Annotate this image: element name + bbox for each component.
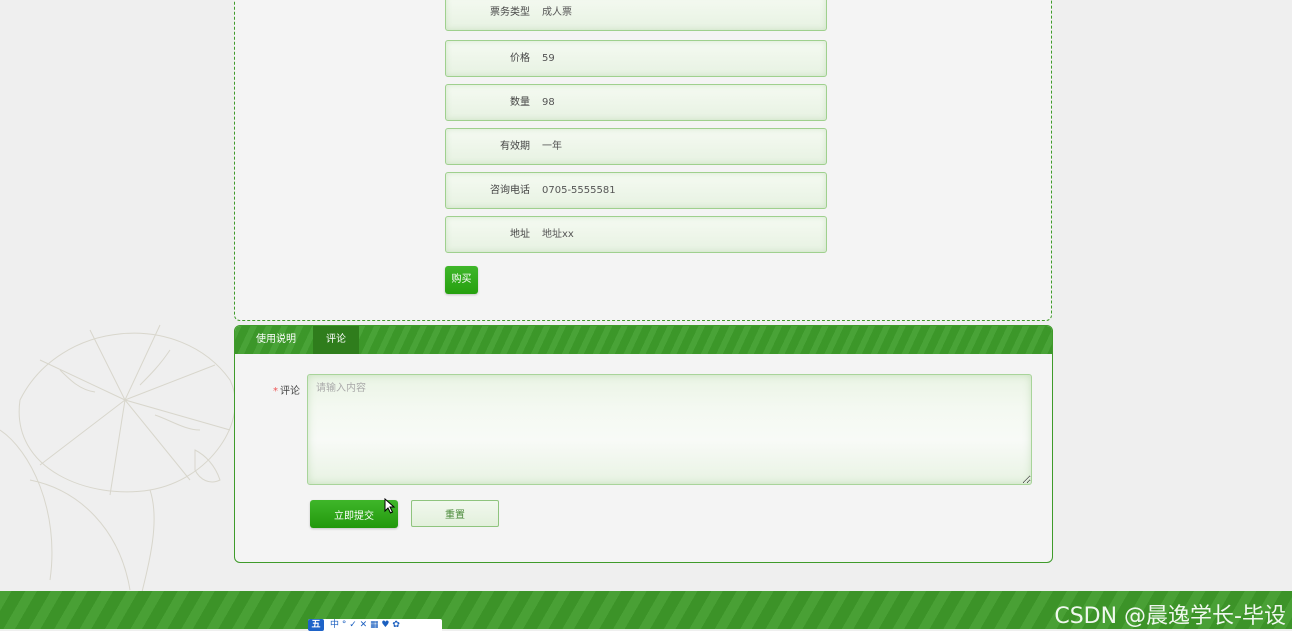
field-price: 价格 59 [445,40,827,77]
tabs-card: 使用说明 评论 *评论 立即提交 重置 [234,325,1053,563]
field-label: 数量 [510,97,530,108]
field-label: 票务类型 [490,7,530,18]
field-value: 59 [542,53,555,64]
mouse-cursor-icon [384,498,396,514]
field-value: 地址xx [542,229,574,240]
tab-comment[interactable]: 评论 [313,326,359,354]
ime-toolbar[interactable]: 五中 ° ✓ ✕ ▦ ♥ ✿ [308,619,442,631]
field-value: 一年 [542,141,562,152]
reset-button[interactable]: 重置 [411,500,499,527]
field-label: 咨询电话 [490,185,530,196]
field-validity: 有效期 一年 [445,128,827,165]
field-address: 地址 地址xx [445,216,827,253]
ticket-detail-card: 票务类型 成人票 价格 59 数量 98 有效期 一年 咨询电话 0705-55… [234,0,1052,321]
field-label: 地址 [510,229,530,240]
csdn-watermark: CSDN @晨逸学长-毕设 [1054,604,1286,629]
field-label: 价格 [510,53,530,64]
comment-label-text: 评论 [280,386,300,397]
lotus-background-decoration [0,324,236,600]
field-phone: 咨询电话 0705-5555581 [445,172,827,209]
field-quantity: 数量 98 [445,84,827,121]
field-ticket-type: 票务类型 成人票 [445,0,827,31]
buy-button[interactable]: 购买 [445,266,478,294]
comment-input[interactable] [307,374,1032,485]
ime-logo-icon: 五 [308,619,324,631]
field-value: 0705-5555581 [542,185,616,196]
field-value: 98 [542,97,555,108]
required-mark: * [273,386,278,397]
tab-usage-instructions[interactable]: 使用说明 [241,326,311,354]
field-value: 成人票 [542,7,572,18]
tab-bar: 使用说明 评论 [235,326,1052,354]
page-footer: 五中 ° ✓ ✕ ▦ ♥ ✿ CSDN @晨逸学长-毕设 [0,591,1292,631]
field-label: 有效期 [500,141,530,152]
comment-label: * 评论 [273,382,300,397]
